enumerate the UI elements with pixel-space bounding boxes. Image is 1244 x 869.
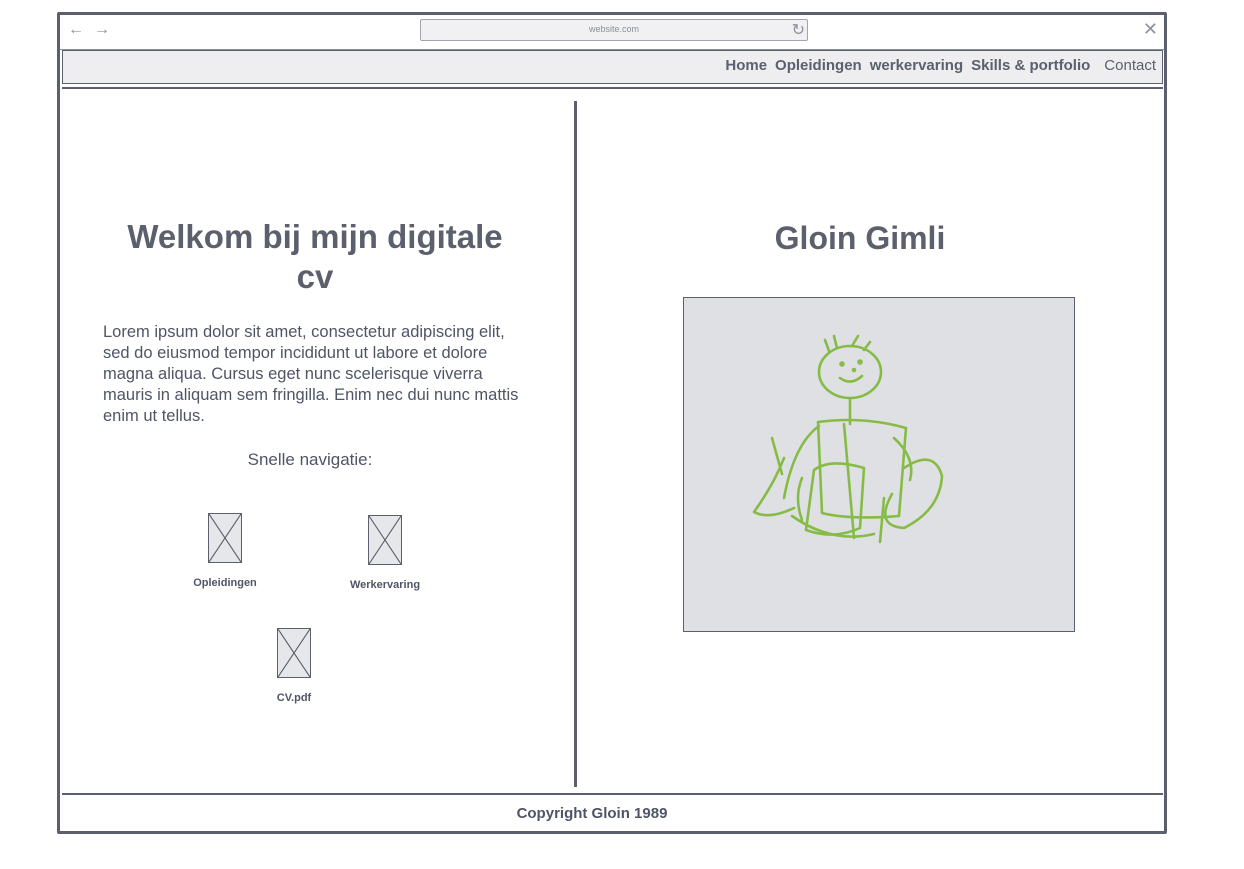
image-placeholder-icon [368,515,402,565]
nav-werkervaring[interactable]: werkervaring [870,57,963,74]
column-divider [574,101,577,787]
nav-opleidingen[interactable]: Opleidingen [775,57,862,74]
arrow-left-icon[interactable]: ← [68,21,84,39]
quick-nav-label-werkervaring: Werkervaring [349,579,421,591]
quick-nav-label-opleidingen: Opleidingen [193,577,257,589]
stick-figure-sketch [752,334,944,544]
browser-window: ← → website.com ↻ ✕ Home Opleidingen wer… [57,12,1167,834]
url-text: website.com [588,24,640,34]
nav-contact[interactable]: Contact [1104,57,1156,74]
page-title: Welkom bij mijn digitale cv [127,218,503,295]
quick-nav-cv-pdf[interactable]: CV.pdf [234,628,354,704]
reload-icon[interactable]: ↻ [792,20,805,40]
nav-divider [62,87,1163,89]
browser-toolbar: ← → website.com ↻ ✕ [60,15,1164,50]
arrow-right-icon[interactable]: → [94,21,110,39]
quick-nav-werkervaring[interactable]: Werkervaring [325,515,445,591]
quick-nav-opleidingen[interactable]: Opleidingen [165,513,285,589]
intro-text: Lorem ipsum dolor sit amet, consectetur … [103,323,519,425]
profile-name: Gloin Gimli [774,220,946,256]
footer-divider [62,793,1163,795]
quick-nav-label: Snelle navigatie: [247,450,373,469]
image-placeholder-icon [208,513,242,563]
address-bar[interactable]: website.com ↻ [420,19,808,41]
image-placeholder-icon [277,628,311,678]
close-icon[interactable]: ✕ [1143,20,1158,38]
top-navigation: Home Opleidingen werkervaring Skills & p… [62,50,1163,84]
profile-photo [683,297,1075,632]
nav-skills-portfolio[interactable]: Skills & portfolio [971,57,1090,74]
nav-home[interactable]: Home [725,57,767,74]
quick-nav-label-cv-pdf: CV.pdf [276,692,312,704]
footer-copyright: Copyright Gloin 1989 [516,805,668,822]
